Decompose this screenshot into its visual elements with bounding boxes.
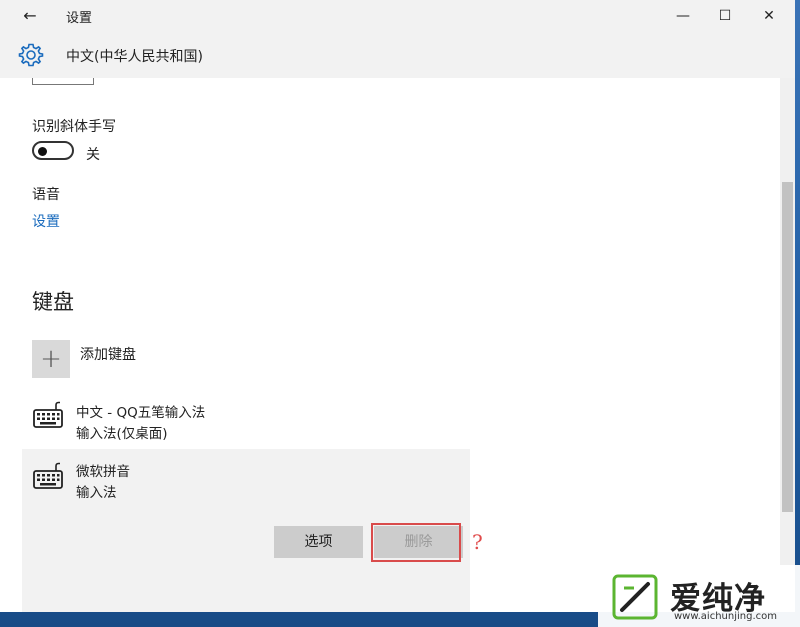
add-keyboard-button[interactable]: + [32,340,70,378]
partial-control-box [32,78,94,85]
annotation-question-mark: ? [472,530,483,554]
voice-label: 语音 [32,187,60,203]
close-button[interactable]: ✕ [746,0,792,32]
watermark-url: www.aichunjing.com [674,611,777,622]
red-highlight-box [371,523,461,562]
options-button[interactable]: 选项 [274,526,363,558]
toggle-knob [38,146,47,156]
window-title: 设置 [66,11,93,26]
title-bar: ← 设置 — ☐ ✕ [0,0,795,32]
keyboard-item-title[interactable]: 中文 - QQ五笔输入法 [76,401,205,421]
handwriting-toggle[interactable] [32,141,74,160]
keyboard-icon [33,462,63,489]
plus-icon: + [40,344,62,374]
keyboard-section-heading: 键盘 [32,290,74,314]
add-keyboard-label[interactable]: 添加键盘 [80,344,136,364]
minimize-button[interactable]: — [660,0,706,32]
scrollbar-thumb[interactable] [782,182,793,512]
keyboard-item-subtitle: 输入法 [76,485,117,501]
toggle-state-label: 关 [86,147,100,163]
keyboard-item-title: 微软拼音 [76,464,130,480]
settings-window: ← 设置 — ☐ ✕ 中文(中华人民共和国) 识别斜体手写 关 语音 设置 键盘… [0,0,795,612]
watermark: 爱纯净 www.aichunjing.com [598,565,800,627]
maximize-button[interactable]: ☐ [702,0,748,32]
keyboard-icon [33,401,63,428]
voice-settings-link[interactable]: 设置 [32,211,60,231]
page-title: 中文(中华人民共和国) [66,49,203,65]
back-arrow-icon[interactable]: ← [18,5,42,27]
handwriting-label: 识别斜体手写 [32,119,116,135]
page-header: 中文(中华人民共和国) [0,32,795,78]
keyboard-item-subtitle: 输入法(仅桌面) [76,426,168,442]
gear-icon [18,43,44,67]
watermark-logo-icon [612,574,658,620]
scrollbar[interactable] [780,78,795,612]
